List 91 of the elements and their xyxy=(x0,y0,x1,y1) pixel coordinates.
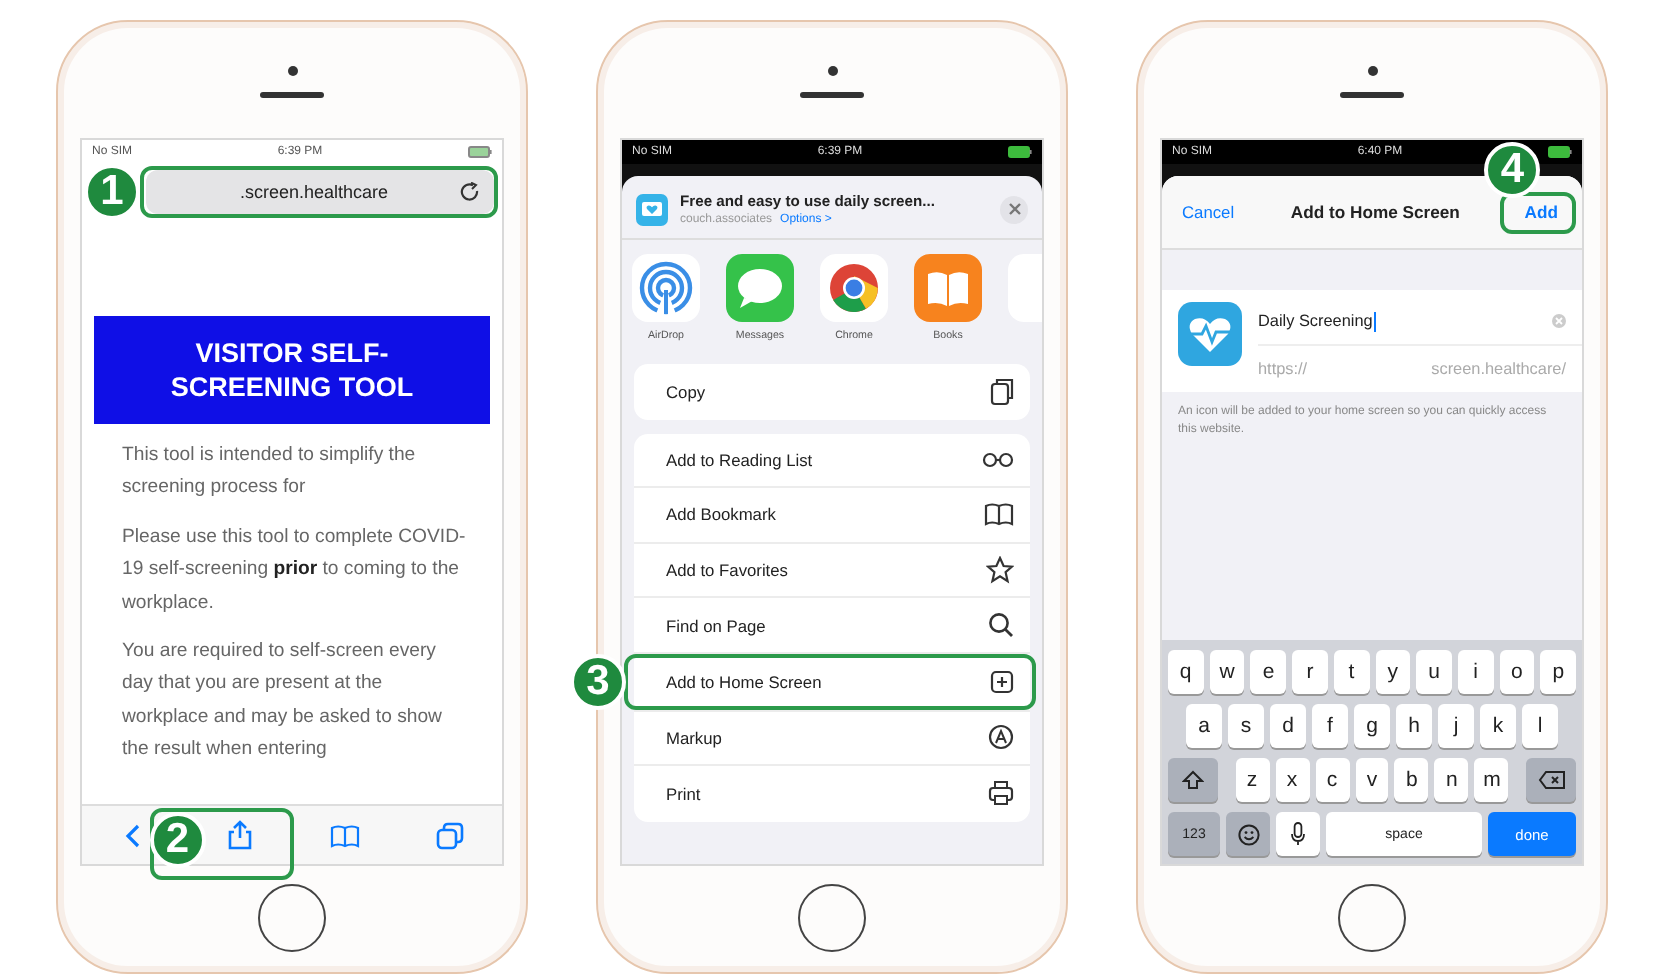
key[interactable]: a xyxy=(1186,704,1222,748)
key[interactable]: q xyxy=(1167,650,1204,694)
key[interactable]: g xyxy=(1354,704,1390,748)
book-icon xyxy=(984,502,1014,527)
key[interactable]: d xyxy=(1270,704,1306,748)
microphone-icon xyxy=(1290,822,1306,846)
key[interactable]: h xyxy=(1396,704,1432,748)
key[interactable]: y xyxy=(1375,650,1411,694)
menu-item[interactable]: Print xyxy=(634,766,1030,822)
heart-app-icon xyxy=(636,193,668,225)
airdrop-icon[interactable] xyxy=(632,254,700,322)
menu-item[interactable]: Add to Reading List xyxy=(634,433,1030,489)
key[interactable]: x xyxy=(1275,758,1310,802)
menu-item[interactable]: Add to Home Screen xyxy=(634,653,1030,710)
camera-dot xyxy=(1367,66,1377,76)
speaker-slot xyxy=(260,92,324,98)
key[interactable]: r xyxy=(1292,650,1328,694)
home-button[interactable] xyxy=(798,884,866,952)
speaker-slot xyxy=(1340,92,1404,98)
tabs-icon[interactable] xyxy=(435,821,464,849)
share-icon[interactable] xyxy=(227,820,252,850)
book-icon[interactable] xyxy=(329,823,360,847)
close-icon xyxy=(1007,202,1021,216)
battery-icon xyxy=(1008,146,1032,158)
add-square-icon xyxy=(990,669,1014,694)
open-book-icon[interactable] xyxy=(914,254,982,322)
key[interactable]: t xyxy=(1333,650,1369,694)
key[interactable]: b xyxy=(1394,758,1429,802)
speaker-slot xyxy=(800,92,864,98)
key[interactable]: o xyxy=(1499,650,1535,694)
menu-item[interactable]: Add Bookmark xyxy=(634,488,1030,544)
copy-icon xyxy=(990,377,1014,406)
chat-bubble-icon[interactable] xyxy=(726,254,794,322)
step-badge: 2 xyxy=(149,811,206,867)
menu-item[interactable]: Markup xyxy=(634,711,1030,767)
url-host: screen.healthcare/ xyxy=(1431,360,1566,378)
url-text: .screen.healthcare xyxy=(239,182,388,202)
star-icon xyxy=(986,556,1014,585)
url-scheme: https:// xyxy=(1258,360,1308,378)
camera-dot xyxy=(287,66,297,76)
shift-key[interactable] xyxy=(1168,758,1218,802)
key[interactable]: u xyxy=(1416,650,1452,694)
home-button[interactable] xyxy=(1338,884,1406,952)
key[interactable]: e xyxy=(1250,650,1287,694)
key[interactable]: c xyxy=(1315,758,1349,802)
page-banner: VISITOR SELF-SCREENING TOOL xyxy=(94,316,490,424)
back-icon[interactable] xyxy=(124,821,145,849)
battery-icon xyxy=(468,146,492,158)
add-button[interactable]: Add xyxy=(1516,198,1566,226)
dialog-title: Add to Home Screen xyxy=(1290,202,1460,222)
browser-logo-icon[interactable] xyxy=(820,254,888,322)
printer-icon xyxy=(988,780,1014,807)
key[interactable]: i xyxy=(1457,650,1494,694)
step-badge: 1 xyxy=(84,164,140,220)
key[interactable]: n xyxy=(1434,758,1469,802)
paragraph: You are required to self-screen every day that you are present at the workplace and may be asked to show the result when entering xyxy=(122,638,444,765)
menu-item[interactable]: Add to Favorites xyxy=(634,543,1030,599)
camera-dot xyxy=(827,66,837,76)
heart-app-icon xyxy=(1178,302,1242,366)
key[interactable]: f xyxy=(1312,704,1348,748)
cancel-button[interactable]: Cancel xyxy=(1182,202,1235,222)
pen-circle-icon xyxy=(988,724,1014,751)
key[interactable]: v xyxy=(1355,758,1389,802)
text-cursor xyxy=(1374,311,1377,331)
search-icon xyxy=(988,612,1014,639)
glasses-icon xyxy=(982,451,1014,468)
name-field[interactable]: Daily Screening xyxy=(1258,298,1582,346)
menu-item[interactable]: Copy xyxy=(634,364,1030,420)
paragraph: This tool is intended to simplify the screening process for xyxy=(122,442,418,503)
address-bar[interactable]: .screen.healthcare xyxy=(146,170,494,214)
emoji-key[interactable] xyxy=(1226,812,1270,856)
key[interactable]: z xyxy=(1235,758,1270,802)
key[interactable]: m xyxy=(1474,758,1509,802)
key[interactable]: k xyxy=(1480,704,1516,748)
backspace-icon xyxy=(1537,770,1566,790)
key[interactable]: s xyxy=(1228,704,1264,748)
key[interactable]: j xyxy=(1438,704,1474,748)
smiley-icon xyxy=(1237,823,1259,845)
reload-icon[interactable] xyxy=(460,182,480,202)
battery-icon xyxy=(1548,146,1572,158)
paragraph: Please use this tool to complete COVID-19 self-screening prior to coming to the workplace. xyxy=(122,523,466,618)
close-button[interactable] xyxy=(1000,195,1028,223)
menu-item[interactable]: Find on Page xyxy=(634,598,1030,654)
microphone-key[interactable] xyxy=(1276,812,1320,856)
home-button[interactable] xyxy=(258,884,326,952)
key[interactable]: w xyxy=(1209,650,1245,694)
shift-arrow-icon xyxy=(1181,770,1204,790)
key[interactable]: p xyxy=(1540,650,1577,694)
step-badge: 3 xyxy=(570,653,626,710)
backspace-key[interactable] xyxy=(1526,758,1576,802)
key[interactable]: l xyxy=(1522,704,1558,748)
